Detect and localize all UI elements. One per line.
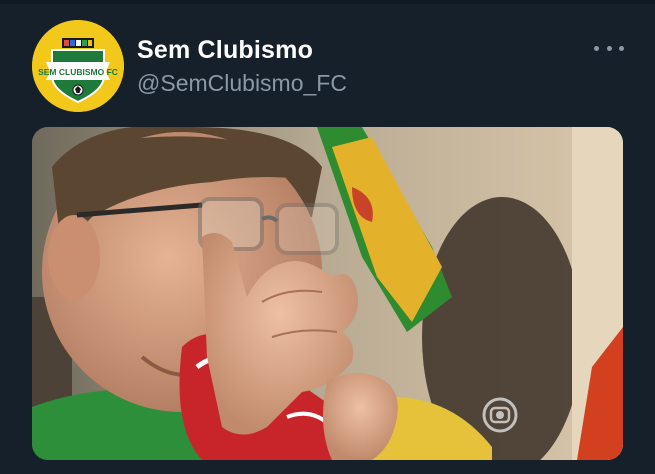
dot xyxy=(606,45,612,51)
logo-text: SEM CLUBISMO FC xyxy=(38,67,118,77)
tweet-photo[interactable] xyxy=(32,127,623,460)
more-horizontal-icon[interactable] xyxy=(594,38,624,58)
dot xyxy=(619,45,624,51)
avatar[interactable]: SEM CLUBISMO FC xyxy=(32,20,124,112)
dot xyxy=(594,45,599,51)
top-divider xyxy=(0,0,655,4)
club-logo-icon: SEM CLUBISMO FC xyxy=(32,20,124,112)
display-name[interactable]: Sem Clubismo xyxy=(137,36,313,65)
crying-boy-photo xyxy=(32,127,623,460)
user-handle[interactable]: @SemClubismo_FC xyxy=(137,70,347,97)
